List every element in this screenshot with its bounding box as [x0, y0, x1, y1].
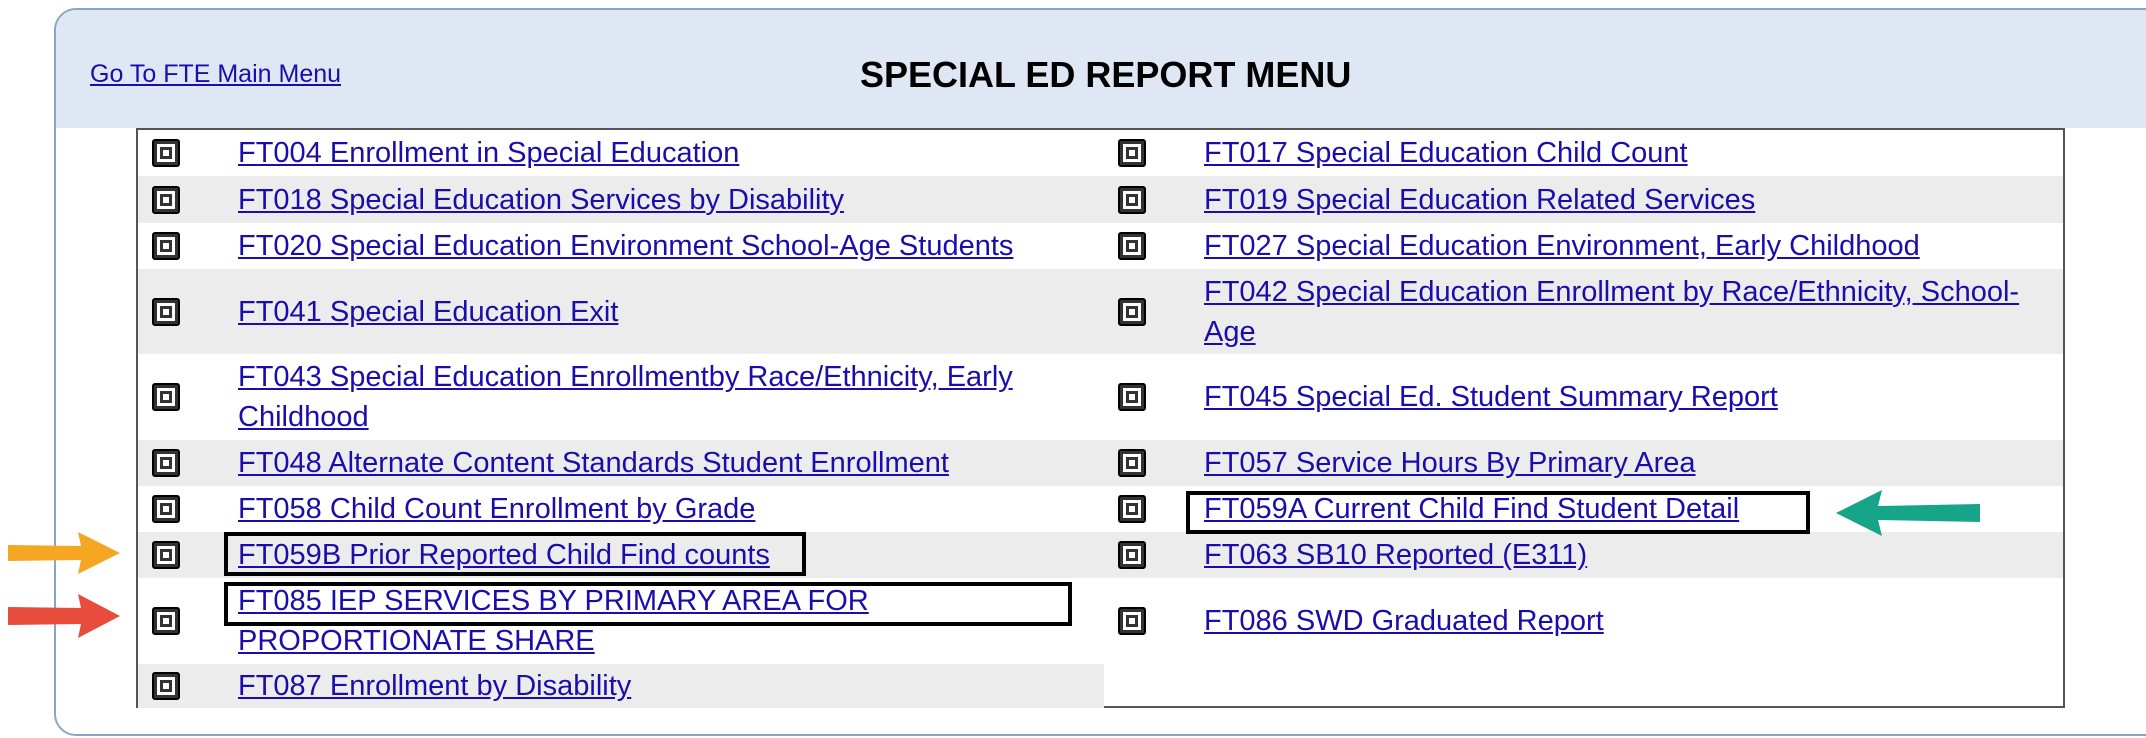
report-cell: FT042 Special Education Enrollment by Ra… — [1104, 269, 2063, 354]
report-cell: FT027 Special Education Environment, Ear… — [1104, 223, 2063, 269]
report-cell: FT004 Enrollment in Special Education — [138, 130, 1104, 176]
report-cell: FT017 Special Education Child Count — [1104, 130, 2063, 176]
report-link[interactable]: FT017 Special Education Child Count — [1204, 133, 2049, 173]
report-icon[interactable] — [152, 449, 180, 477]
report-icon[interactable] — [152, 297, 180, 326]
report-icon[interactable] — [1118, 139, 1146, 167]
report-icon[interactable] — [1118, 185, 1146, 214]
report-link[interactable]: FT087 Enrollment by Disability — [238, 666, 1090, 706]
report-cell: FT018 Special Education Services by Disa… — [138, 176, 1104, 223]
report-icon[interactable] — [152, 541, 180, 569]
report-cell: FT057 Service Hours By Primary Area — [1104, 440, 2063, 486]
report-link[interactable]: FT018 Special Education Services by Disa… — [238, 180, 1090, 220]
report-link[interactable]: FT085 IEP SERVICES BY PRIMARY AREA FOR P… — [238, 581, 1090, 661]
report-cell: FT085 IEP SERVICES BY PRIMARY AREA FOR P… — [138, 578, 1104, 664]
report-link[interactable]: FT058 Child Count Enrollment by Grade — [238, 489, 1090, 529]
report-icon[interactable] — [1118, 495, 1146, 523]
report-cell: FT043 Special Education Enrollmentby Rac… — [138, 354, 1104, 440]
report-link[interactable]: FT004 Enrollment in Special Education — [238, 133, 1090, 173]
report-cell: FT087 Enrollment by Disability — [138, 664, 1104, 708]
report-link[interactable]: FT059A Current Child Find Student Detail — [1204, 489, 2049, 529]
report-cell: FT019 Special Education Related Services — [1104, 176, 2063, 223]
fte-main-menu-link[interactable]: Go To FTE Main Menu — [90, 60, 341, 89]
report-cell: FT058 Child Count Enrollment by Grade — [138, 486, 1104, 532]
report-icon[interactable] — [1118, 383, 1146, 411]
report-icon[interactable] — [1118, 449, 1146, 477]
report-cell: FT020 Special Education Environment Scho… — [138, 223, 1104, 269]
report-icon[interactable] — [1118, 541, 1146, 569]
report-cell: FT041 Special Education Exit — [138, 269, 1104, 354]
report-link[interactable]: FT027 Special Education Environment, Ear… — [1204, 226, 2049, 266]
report-cell: FT059B Prior Reported Child Find counts — [138, 532, 1104, 578]
report-link[interactable]: FT059B Prior Reported Child Find counts — [238, 535, 1090, 575]
report-link[interactable]: FT086 SWD Graduated Report — [1204, 601, 2049, 641]
report-cell: FT086 SWD Graduated Report — [1104, 578, 2063, 664]
report-icon[interactable] — [152, 185, 180, 214]
report-link[interactable]: FT019 Special Education Related Services — [1204, 180, 2049, 220]
report-cell: FT059A Current Child Find Student Detail — [1104, 486, 2063, 532]
report-link[interactable]: FT020 Special Education Environment Scho… — [238, 226, 1090, 266]
report-link[interactable]: FT043 Special Education Enrollmentby Rac… — [238, 357, 1090, 437]
page-title: SPECIAL ED REPORT MENU — [860, 54, 1352, 95]
report-icon[interactable] — [1118, 607, 1146, 635]
report-cell: FT063 SB10 Reported (E311) — [1104, 532, 2063, 578]
report-icon[interactable] — [1118, 232, 1146, 260]
report-icon[interactable] — [152, 607, 180, 635]
report-cell: FT045 Special Ed. Student Summary Report — [1104, 354, 2063, 440]
report-link[interactable]: FT045 Special Ed. Student Summary Report — [1204, 377, 2049, 417]
report-icon[interactable] — [152, 139, 180, 167]
report-icon[interactable] — [152, 383, 180, 411]
report-icon[interactable] — [152, 495, 180, 523]
report-icon[interactable] — [1118, 297, 1146, 326]
report-link[interactable]: FT041 Special Education Exit — [238, 292, 1090, 332]
report-link[interactable]: FT057 Service Hours By Primary Area — [1204, 443, 2049, 483]
report-link[interactable]: FT042 Special Education Enrollment by Ra… — [1204, 272, 2049, 352]
report-link[interactable]: FT048 Alternate Content Standards Studen… — [238, 443, 1090, 483]
report-icon[interactable] — [152, 672, 180, 700]
report-icon[interactable] — [152, 232, 180, 260]
report-grid: FT004 Enrollment in Special Education FT0… — [136, 128, 2065, 708]
report-link[interactable]: FT063 SB10 Reported (E311) — [1204, 535, 2049, 575]
header-bar: Go To FTE Main Menu SPECIAL ED REPORT ME… — [56, 10, 2146, 128]
report-cell: FT048 Alternate Content Standards Studen… — [138, 440, 1104, 486]
